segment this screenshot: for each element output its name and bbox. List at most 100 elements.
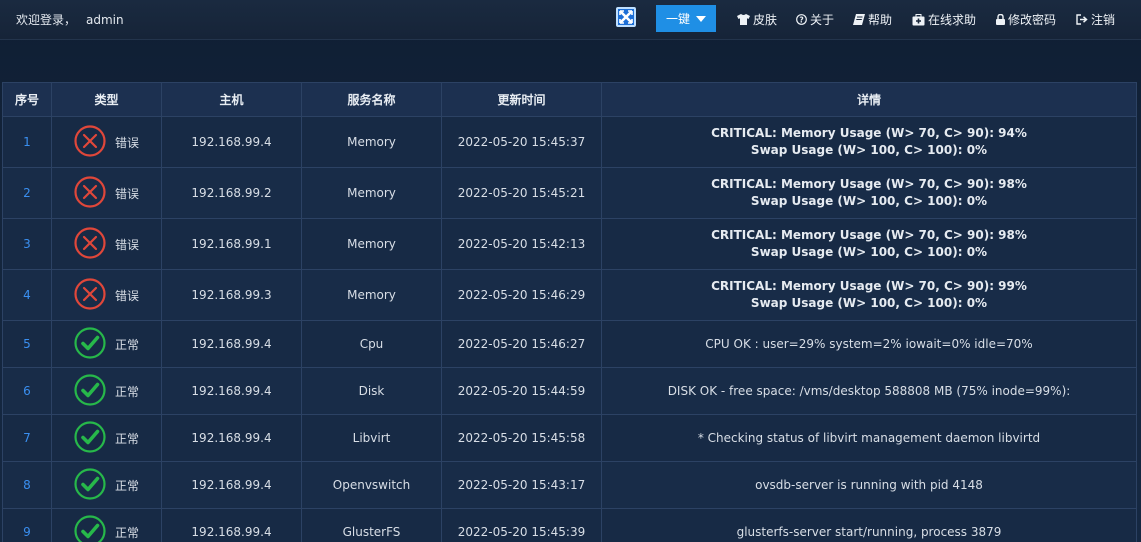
detail-line: CRITICAL: Memory Usage (W> 70, C> 90): 9… xyxy=(711,279,1027,293)
status-label: 错误 xyxy=(114,288,139,303)
top-bar: 欢迎登录， admin 一键 皮肤 ? 关于 帮助 在线求助 修改密码 注销 xyxy=(0,0,1141,40)
time-cell: 2022-05-20 15:43:17 xyxy=(441,461,602,509)
detail-cell: CRITICAL: Memory Usage (W> 70, C> 90): 9… xyxy=(601,218,1137,270)
col-header-type[interactable]: 类型 xyxy=(51,82,162,117)
detail-cell: * Checking status of libvirt management … xyxy=(601,414,1137,462)
table-row: 4 错误 192.168.99.3 Memory 2022-05-20 15:46:29… xyxy=(2,269,1137,321)
table-row: 2 错误 192.168.99.2 Memory 2022-05-20 15:45:21… xyxy=(2,167,1137,219)
host-cell: 192.168.99.3 xyxy=(161,269,302,321)
nav-about[interactable]: ? 关于 xyxy=(796,11,834,28)
lock-icon xyxy=(996,14,1005,25)
col-header-index[interactable]: 序号 xyxy=(2,82,52,117)
host-cell: 192.168.99.4 xyxy=(161,414,302,462)
status-label: 错误 xyxy=(114,186,139,201)
detail-line: CRITICAL: Memory Usage (W> 70, C> 90): 9… xyxy=(711,126,1027,140)
detail-line: Swap Usage (W> 100, C> 100): 0% xyxy=(750,245,988,259)
nav-online-help[interactable]: 在线求助 xyxy=(912,11,976,28)
one-key-button[interactable]: 一键 xyxy=(656,5,716,32)
row-index-link[interactable]: 4 xyxy=(2,269,52,321)
detail-line: DISK OK - free space: /vms/desktop 58880… xyxy=(667,384,1071,398)
nav-about-label: 关于 xyxy=(810,13,835,27)
error-circle-icon xyxy=(74,277,106,313)
error-circle-icon xyxy=(74,124,106,160)
nav-logout[interactable]: 注销 xyxy=(1076,11,1115,28)
type-cell: 错误 xyxy=(51,167,162,219)
table-row: 3 错误 192.168.99.1 Memory 2022-05-20 15:42:13… xyxy=(2,218,1137,270)
time-cell: 2022-05-20 15:45:21 xyxy=(441,167,602,219)
col-header-service[interactable]: 服务名称 xyxy=(301,82,442,117)
service-cell: GlusterFS xyxy=(301,508,442,542)
detail-line: CPU OK : user=29% system=2% iowait=0% id… xyxy=(705,337,1033,351)
host-cell: 192.168.99.4 xyxy=(161,116,302,168)
service-cell: Cpu xyxy=(301,320,442,368)
tshirt-icon xyxy=(737,14,750,25)
check-circle-icon xyxy=(74,514,106,542)
table-row: 6 正常 192.168.99.4 Disk 2022-05-20 15:44:59 DI… xyxy=(2,367,1137,415)
table-row: 8 正常 192.168.99.4 Openvswitch 2022-05-20 15:… xyxy=(2,461,1137,509)
check-circle-icon xyxy=(74,420,106,456)
detail-cell: DISK OK - free space: /vms/desktop 58880… xyxy=(601,367,1137,415)
host-cell: 192.168.99.4 xyxy=(161,367,302,415)
col-header-time[interactable]: 更新时间 xyxy=(441,82,602,117)
service-status-table: 序号 类型 主机 服务名称 更新时间 详情 1 错误 192.168.99.4 Mem… xyxy=(2,82,1137,542)
detail-line: * Checking status of libvirt management … xyxy=(697,431,1041,445)
nav-help[interactable]: 帮助 xyxy=(853,11,892,28)
detail-line: Swap Usage (W> 100, C> 100): 0% xyxy=(750,194,988,208)
row-index-link[interactable]: 5 xyxy=(2,320,52,368)
detail-cell: CRITICAL: Memory Usage (W> 70, C> 90): 9… xyxy=(601,269,1137,321)
service-cell: Memory xyxy=(301,218,442,270)
host-cell: 192.168.99.1 xyxy=(161,218,302,270)
type-cell: 正常 xyxy=(51,508,162,542)
svg-text:?: ? xyxy=(799,15,803,24)
detail-cell: CPU OK : user=29% system=2% iowait=0% id… xyxy=(601,320,1137,368)
status-label: 正常 xyxy=(114,384,139,399)
type-cell: 正常 xyxy=(51,320,162,368)
sign-out-icon xyxy=(1076,14,1088,25)
time-cell: 2022-05-20 15:45:37 xyxy=(441,116,602,168)
status-label: 正常 xyxy=(114,525,139,540)
row-index-link[interactable]: 7 xyxy=(2,414,52,462)
welcome-text: 欢迎登录， admin xyxy=(16,11,124,28)
nav-skin[interactable]: 皮肤 xyxy=(737,11,777,28)
service-cell: Memory xyxy=(301,269,442,321)
detail-line: Swap Usage (W> 100, C> 100): 0% xyxy=(750,143,988,157)
row-index-link[interactable]: 3 xyxy=(2,218,52,270)
row-index-link[interactable]: 2 xyxy=(2,167,52,219)
nav-logout-label: 注销 xyxy=(1091,13,1116,27)
table-header-row: 序号 类型 主机 服务名称 更新时间 详情 xyxy=(2,82,1137,117)
one-key-label: 一键 xyxy=(665,12,690,26)
detail-line: CRITICAL: Memory Usage (W> 70, C> 90): 9… xyxy=(711,177,1027,191)
time-cell: 2022-05-20 15:42:13 xyxy=(441,218,602,270)
nav-online-help-label: 在线求助 xyxy=(928,13,977,27)
service-cell: Openvswitch xyxy=(301,461,442,509)
service-cell: Memory xyxy=(301,167,442,219)
book-icon xyxy=(853,14,865,25)
row-index-link[interactable]: 8 xyxy=(2,461,52,509)
detail-line: ovsdb-server is running with pid 4148 xyxy=(755,478,983,492)
nav-help-label: 帮助 xyxy=(868,13,893,27)
row-index-link[interactable]: 1 xyxy=(2,116,52,168)
col-header-host[interactable]: 主机 xyxy=(161,82,302,117)
host-cell: 192.168.99.4 xyxy=(161,461,302,509)
type-cell: 正常 xyxy=(51,414,162,462)
col-header-detail[interactable]: 详情 xyxy=(601,82,1137,117)
service-cell: Memory xyxy=(301,116,442,168)
type-cell: 错误 xyxy=(51,218,162,270)
fullscreen-icon[interactable] xyxy=(616,7,636,27)
service-cell: Libvirt xyxy=(301,414,442,462)
row-index-link[interactable]: 6 xyxy=(2,367,52,415)
medkit-icon xyxy=(912,13,925,25)
nav-change-password[interactable]: 修改密码 xyxy=(996,11,1056,28)
time-cell: 2022-05-20 15:44:59 xyxy=(441,367,602,415)
check-circle-icon xyxy=(74,373,106,409)
row-index-link[interactable]: 9 xyxy=(2,508,52,542)
time-cell: 2022-05-20 15:46:29 xyxy=(441,269,602,321)
detail-line: Swap Usage (W> 100, C> 100): 0% xyxy=(750,296,988,310)
status-label: 错误 xyxy=(114,135,139,150)
status-label: 正常 xyxy=(114,337,139,352)
table-row: 9 正常 192.168.99.4 GlusterFS 2022-05-20 15:45… xyxy=(2,508,1137,542)
status-label: 正常 xyxy=(114,431,139,446)
host-cell: 192.168.99.4 xyxy=(161,320,302,368)
nav-change-password-label: 修改密码 xyxy=(1008,13,1057,27)
question-circle-icon: ? xyxy=(796,14,807,25)
